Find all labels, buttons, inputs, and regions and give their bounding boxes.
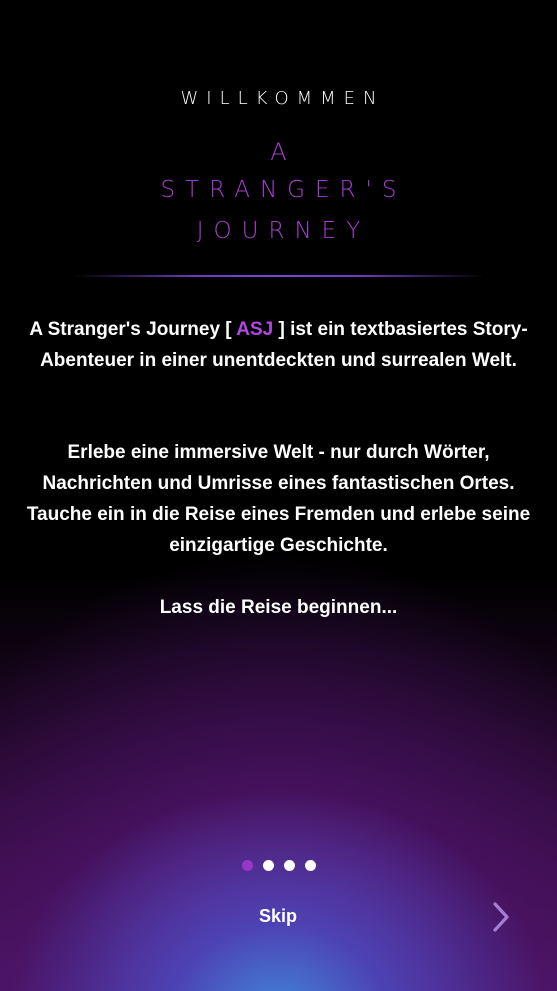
intro-paragraph-2: Erlebe eine immersive Welt - nur durch W… (26, 442, 531, 556)
intro-paragraph-1: A Stranger's Journey [ ASJ ] ist ein tex… (20, 314, 537, 376)
page-dot-2[interactable] (262, 860, 274, 871)
logo-line-a: A (270, 138, 296, 166)
header-divider (72, 275, 485, 277)
intro-paragraph-3: Lass die Reise beginnen... (159, 597, 398, 618)
onboarding-screen: WILLKOMMEN A STRANGER'S JOURNEY A Strang… (0, 0, 557, 991)
logo-line-stranger: STRANGER'S (160, 177, 407, 203)
page-indicator (0, 860, 557, 871)
next-button[interactable] (486, 900, 516, 934)
skip-button[interactable]: Skip (228, 906, 328, 927)
abbreviation-highlight: ASJ (236, 319, 274, 340)
logo-line-journey: JOURNEY (196, 218, 371, 244)
welcome-heading: WILLKOMMEN (180, 88, 385, 109)
page-dot-3[interactable] (283, 860, 295, 871)
intro-text-start: A Stranger's Journey [ (29, 319, 237, 340)
page-dot-4[interactable] (304, 860, 316, 871)
chevron-right-icon (493, 902, 509, 932)
page-dot-1[interactable] (241, 860, 253, 871)
